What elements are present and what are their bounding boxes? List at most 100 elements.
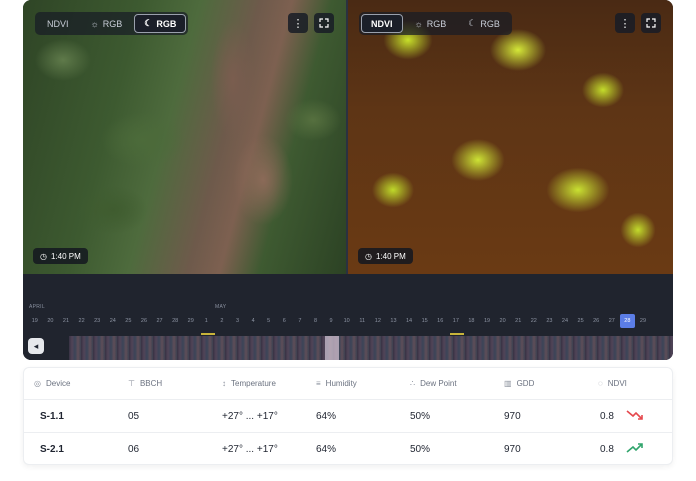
table-row[interactable]: S-1.1 05 +27° ... +17° 64% 50% 970 0.8 <box>24 400 672 433</box>
timeline-day[interactable]: 24 <box>105 314 121 328</box>
timeline-day[interactable]: 19 <box>479 314 495 328</box>
timeline-day[interactable]: 3 <box>230 314 246 328</box>
timeline-day[interactable]: 8 <box>308 314 324 328</box>
device-icon: ◎ <box>34 379 41 388</box>
cell-device: S-1.1 <box>40 411 64 422</box>
timeline-day[interactable]: 20 <box>43 314 59 328</box>
timeline-day[interactable]: 28 <box>619 314 636 328</box>
left-rgb-night-option[interactable]: ☾ RGB <box>134 14 187 33</box>
capture-marker <box>450 333 464 335</box>
timeline-day[interactable]: 6 <box>277 314 293 328</box>
cell-device: S-2.1 <box>40 444 64 455</box>
timeline-day[interactable]: 2 <box>214 314 230 328</box>
header-label: BBCH <box>139 379 163 388</box>
thumbnail-selection[interactable] <box>325 336 339 360</box>
cell-dew-point: 50% <box>410 411 431 422</box>
device-table: ◎ Device ⊤ BBCH ↕ Temperature ≡ Humidity ∴ De… <box>23 367 673 465</box>
timeline-day[interactable]: 4 <box>245 314 261 328</box>
header-label: Humidity <box>325 379 357 388</box>
cell-gdd: 970 <box>504 444 521 455</box>
timeline-day[interactable]: 25 <box>121 314 137 328</box>
sun-icon: ☼ <box>90 18 99 29</box>
thumbnail-strip[interactable] <box>69 336 673 360</box>
cell-dew-point: 50% <box>410 444 431 455</box>
timeline-day[interactable]: 13 <box>386 314 402 328</box>
timeline-day[interactable]: 21 <box>58 314 74 328</box>
header-bbch[interactable]: ⊤ BBCH <box>128 379 162 388</box>
day-list: 19 20 21 22 23 24 25 26 27 28 29 1 2 3 4 5 6 7 8 9 10 11 12 13 1… <box>27 314 651 328</box>
timeline-day[interactable]: 22 <box>526 314 542 328</box>
timeline-day[interactable]: 5 <box>261 314 277 328</box>
timeline-day[interactable]: 11 <box>354 314 370 328</box>
header-label: GDD <box>516 379 535 388</box>
table-row[interactable]: S-2.1 06 +27° ... +17° 64% 50% 970 0.8 <box>24 433 672 466</box>
capture-marker <box>201 333 215 335</box>
cell-bbch: 06 <box>128 444 140 455</box>
timeline-day[interactable]: 22 <box>74 314 90 328</box>
left-fullscreen-icon[interactable] <box>314 13 334 33</box>
cell-temperature: +27° ... +17° <box>222 411 278 422</box>
timeline-day[interactable]: 27 <box>604 314 620 328</box>
right-more-options-icon[interactable]: ⋮ <box>615 13 635 33</box>
rgb-night-image-pane <box>23 0 346 274</box>
left-rgb-day-option[interactable]: ☼ RGB <box>81 14 133 33</box>
timeline-day[interactable]: 10 <box>339 314 355 328</box>
left-ndvi-option[interactable]: NDVI <box>37 14 79 33</box>
cell-ndvi: 0.8 <box>600 444 614 455</box>
timeline-day[interactable]: 28 <box>167 314 183 328</box>
right-mode-toggle: NDVI ☼ RGB ☾ RGB <box>359 12 512 35</box>
timeline-day[interactable]: 17 <box>448 314 464 328</box>
timeline-day[interactable]: 24 <box>557 314 573 328</box>
collapse-arrow-icon[interactable]: ◂ <box>28 338 44 354</box>
timeline-day[interactable]: 29 <box>183 314 199 328</box>
header-humidity[interactable]: ≡ Humidity <box>316 379 357 388</box>
right-time-badge: ◷ 1:40 PM <box>358 248 413 264</box>
header-device[interactable]: ◎ Device <box>34 379 70 388</box>
timeline-day[interactable]: 23 <box>89 314 105 328</box>
header-gdd[interactable]: ▥ GDD <box>504 379 534 388</box>
timeline-day[interactable]: 9 <box>323 314 339 328</box>
left-more-options-icon[interactable]: ⋮ <box>288 13 308 33</box>
table-header: ◎ Device ⊤ BBCH ↕ Temperature ≡ Humidity ∴ De… <box>24 368 672 400</box>
timeline-day[interactable]: 14 <box>401 314 417 328</box>
left-mode-toggle: NDVI ☼ RGB ☾ RGB <box>35 12 189 35</box>
header-label: Device <box>45 379 71 388</box>
option-label: NDVI <box>371 18 393 29</box>
header-temperature[interactable]: ↕ Temperature <box>222 379 276 388</box>
moon-icon: ☾ <box>144 18 153 28</box>
header-label: Dew Point <box>420 379 457 388</box>
right-fullscreen-icon[interactable] <box>641 13 661 33</box>
timeline-day[interactable]: 20 <box>495 314 511 328</box>
timeline-day[interactable]: 1 <box>199 314 215 328</box>
timeline-day[interactable]: 19 <box>27 314 43 328</box>
cell-temperature: +27° ... +17° <box>222 444 278 455</box>
timeline-day[interactable]: 18 <box>464 314 480 328</box>
cell-bbch: 05 <box>128 411 140 422</box>
timeline-day[interactable]: 29 <box>635 314 651 328</box>
header-label: Temperature <box>231 379 276 388</box>
timeline-day[interactable]: 27 <box>152 314 168 328</box>
timeline-day[interactable]: 26 <box>588 314 604 328</box>
timeline-day[interactable]: 23 <box>542 314 558 328</box>
right-rgb-day-option[interactable]: ☼ RGB <box>405 14 457 33</box>
timeline-day[interactable]: 25 <box>573 314 589 328</box>
timeline-day[interactable]: 7 <box>292 314 308 328</box>
timeline-day[interactable]: 15 <box>417 314 433 328</box>
header-dew-point[interactable]: ∴ Dew Point <box>410 379 457 388</box>
ndvi-image-pane <box>348 0 673 274</box>
right-ndvi-option[interactable]: NDVI <box>361 14 403 33</box>
time-label: 1:40 PM <box>375 251 406 261</box>
timeline-day[interactable]: 16 <box>432 314 448 328</box>
ndvi-icon: ◌ <box>598 379 603 388</box>
month-label-april: APRIL <box>29 304 45 310</box>
timeline-day[interactable]: 26 <box>136 314 152 328</box>
clock-icon: ◷ <box>365 251 372 261</box>
timeline-day[interactable]: 21 <box>510 314 526 328</box>
timeline-day[interactable]: 12 <box>370 314 386 328</box>
right-rgb-night-option[interactable]: ☾ RGB <box>458 14 510 33</box>
cell-humidity: 64% <box>316 444 337 455</box>
chart-icon: ▥ <box>504 379 512 388</box>
option-label: RGB <box>156 18 177 29</box>
header-ndvi[interactable]: ◌ NDVI <box>598 379 627 388</box>
trend-up-icon <box>626 443 643 453</box>
